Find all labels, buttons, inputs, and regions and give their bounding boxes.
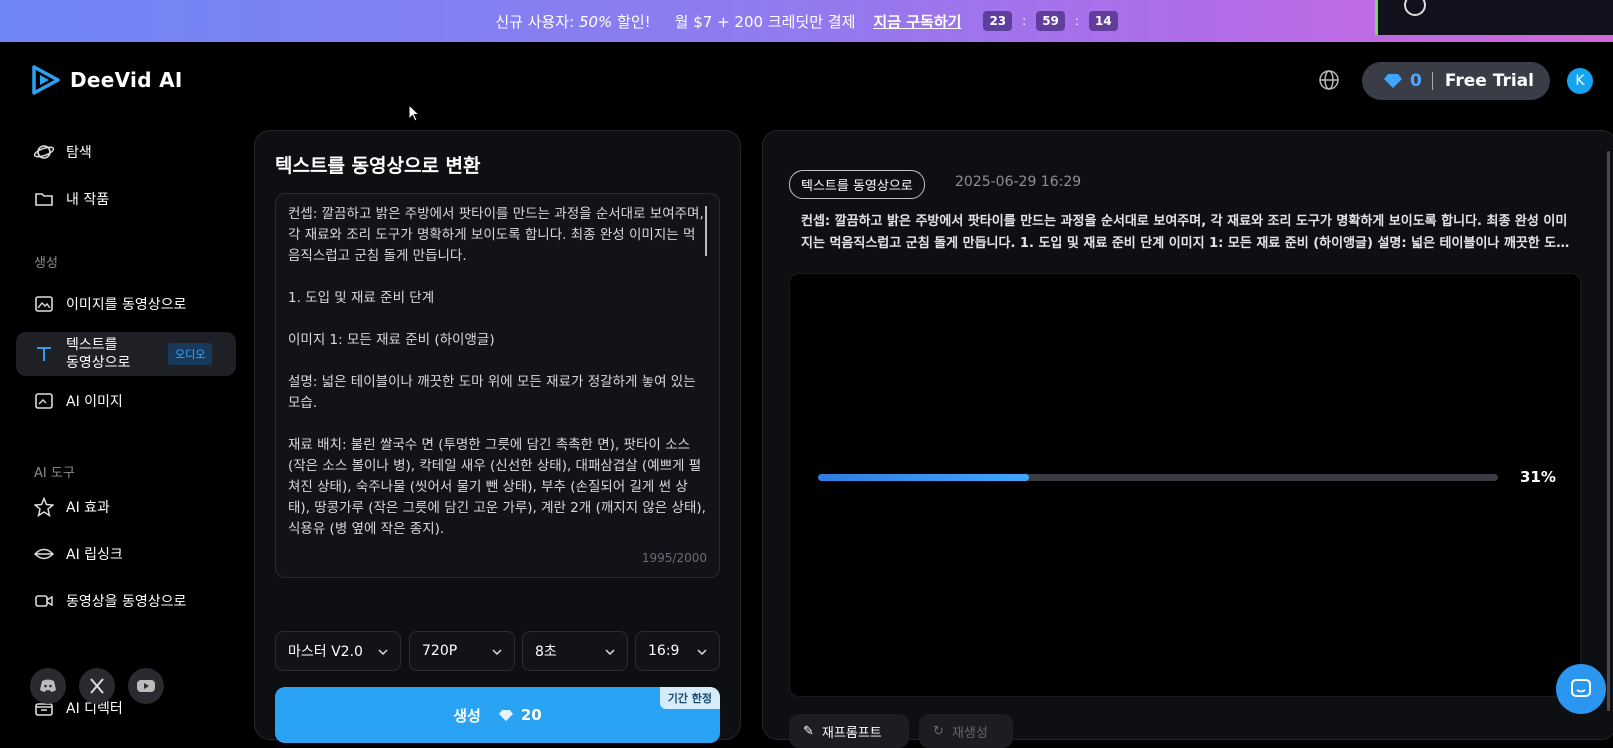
char-counter: 1995/2000 bbox=[641, 551, 707, 565]
sidebar-item-my-works[interactable]: 내 작품 bbox=[16, 177, 236, 221]
generate-button[interactable]: 생성 20 기간 한정 bbox=[275, 687, 720, 743]
youtube-icon bbox=[137, 680, 155, 692]
star-icon bbox=[34, 497, 54, 517]
ratio-select[interactable]: 16:9 bbox=[635, 631, 720, 671]
sidebar-item-label: 내 작품 bbox=[66, 192, 110, 208]
sidebar-item-label: AI 이미지 bbox=[66, 394, 123, 410]
headset-icon bbox=[1404, 0, 1426, 16]
countdown-sep: : bbox=[1022, 14, 1027, 28]
logo-text: DeeVid AI bbox=[70, 68, 183, 92]
reprompt-button[interactable]: ✎ 재프롬프트 bbox=[789, 714, 909, 748]
countdown-sep: : bbox=[1074, 14, 1079, 28]
mouse-cursor-icon bbox=[408, 104, 420, 122]
model-select[interactable]: 마스터 V2.0 bbox=[275, 631, 401, 671]
chevron-down-icon bbox=[697, 649, 707, 656]
promo-text: 신규 사용자: 50% 할인! bbox=[495, 12, 651, 31]
section-create: 생성 bbox=[34, 256, 58, 271]
progress-bar bbox=[818, 474, 1498, 481]
chevron-down-icon bbox=[605, 649, 615, 656]
countdown-hours: 23 bbox=[983, 11, 1013, 31]
sidebar-item-image-to-video[interactable]: 이미지를 동영상으로 bbox=[16, 282, 236, 326]
reprompt-label: 재프롬프트 bbox=[821, 725, 882, 741]
image-video-icon bbox=[35, 296, 53, 312]
duration-value: 8초 bbox=[535, 644, 557, 660]
limited-time-badge: 기간 한정 bbox=[659, 687, 720, 709]
sidebar-item-video-to-video[interactable]: 동영상을 동영상으로 bbox=[16, 579, 236, 623]
sidebar-item-ai-image[interactable]: AI 이미지 bbox=[16, 379, 236, 423]
sidebar: 탐색 내 작품 생성 이미지를 동영상으로 텍스트를 동영상으로 오디오 AI 이… bbox=[0, 120, 240, 730]
regenerate-label: 재생성 bbox=[951, 725, 988, 741]
ai-image-icon bbox=[35, 393, 53, 409]
lips-icon bbox=[34, 548, 54, 560]
progress-fill bbox=[818, 474, 1029, 481]
video-camera-icon bbox=[35, 595, 53, 607]
avatar[interactable]: K bbox=[1567, 68, 1593, 94]
promo-corner-popup[interactable] bbox=[1375, 0, 1613, 35]
sidebar-item-text-to-video[interactable]: 텍스트를 동영상으로 오디오 bbox=[16, 332, 236, 376]
logo[interactable]: DeeVid AI bbox=[32, 65, 183, 95]
sidebar-item-label: 텍스트를 동영상으로 bbox=[66, 337, 131, 371]
countdown-seconds: 14 bbox=[1088, 11, 1118, 31]
youtube-button[interactable] bbox=[128, 668, 164, 704]
text-to-video-form: 텍스트를 동영상으로 변환 컨셉: 깔끔하고 밝은 주방에서 팟타이를 만드는 … bbox=[254, 130, 741, 743]
sidebar-item-label: 동영상을 동영상으로 bbox=[66, 594, 187, 610]
prompt-text[interactable]: 컨셉: 깔끔하고 밝은 주방에서 팟타이를 만드는 과정을 순서대로 보여주며,… bbox=[288, 204, 707, 549]
credits-button[interactable]: 0 Free Trial bbox=[1362, 62, 1550, 100]
planet-icon bbox=[34, 145, 54, 159]
resolution-value: 720P bbox=[422, 643, 458, 659]
regenerate-button[interactable]: ↻ 재생성 bbox=[919, 714, 1013, 748]
globe-icon[interactable] bbox=[1318, 69, 1340, 91]
sidebar-item-ai-effects[interactable]: AI 효과 bbox=[16, 485, 236, 529]
sidebar-item-label: 이미지를 동영상으로 bbox=[66, 297, 187, 313]
timestamp: 2025-06-29 16:29 bbox=[955, 174, 1082, 190]
discord-icon bbox=[40, 679, 56, 692]
text-t-icon bbox=[37, 347, 51, 361]
credits-divider bbox=[1431, 72, 1433, 90]
prompt-summary: 컨셉: 깔끔하고 밝은 주방에서 팟타이를 만드는 과정을 순서대로 보여주며,… bbox=[801, 214, 1569, 251]
credit-count: 0 bbox=[1410, 71, 1422, 91]
mode-tag: 텍스트를 동영상으로 bbox=[789, 170, 925, 199]
generation-result-panel: 텍스트를 동영상으로 2025-06-29 16:29 컨셉: 깔끔하고 밝은 … bbox=[762, 130, 1613, 748]
model-value: 마스터 V2.0 bbox=[288, 644, 363, 660]
sidebar-item-explore[interactable]: 탐색 bbox=[16, 130, 236, 174]
sidebar-item-label: 탐색 bbox=[66, 145, 92, 161]
plan-label: Free Trial bbox=[1444, 71, 1534, 91]
logo-play-icon bbox=[32, 65, 60, 95]
generate-cost: 20 bbox=[498, 706, 542, 724]
pencil-icon: ✎ bbox=[803, 723, 814, 739]
duration-select[interactable]: 8초 bbox=[522, 631, 628, 671]
sidebar-item-label: AI 립싱크 bbox=[66, 547, 123, 563]
sidebar-item-ai-lipsync[interactable]: AI 립싱크 bbox=[16, 532, 236, 576]
subscribe-link[interactable]: 지금 구독하기 bbox=[873, 11, 961, 32]
sidebar-item-label: AI 효과 bbox=[66, 500, 110, 516]
folder-icon bbox=[35, 193, 53, 206]
resolution-select[interactable]: 720P bbox=[409, 631, 515, 671]
top-bar: DeeVid AI 0 Free Trial K bbox=[0, 42, 1613, 120]
chat-icon bbox=[1571, 679, 1591, 697]
x-icon bbox=[90, 678, 104, 694]
chat-support-button[interactable] bbox=[1556, 664, 1606, 714]
panel-scrollbar[interactable] bbox=[1607, 151, 1610, 711]
countdown-minutes: 59 bbox=[1036, 11, 1065, 31]
promo-banner: 신규 사용자: 50% 할인! 월 $7 + 200 크레딧만 결제 지금 구독… bbox=[0, 0, 1613, 42]
prompt-textarea[interactable]: 컨셉: 깔끔하고 밝은 주방에서 팟타이를 만드는 과정을 순서대로 보여주며,… bbox=[275, 193, 720, 578]
chevron-down-icon bbox=[378, 649, 388, 656]
audio-badge: 오디오 bbox=[168, 343, 213, 365]
section-ai-tools: AI 도구 bbox=[34, 466, 75, 481]
chevron-down-icon bbox=[492, 649, 502, 656]
video-preview: 31% bbox=[789, 273, 1581, 697]
diamond-icon bbox=[498, 709, 513, 721]
prompt-scrollbar[interactable] bbox=[705, 206, 707, 256]
discord-button[interactable] bbox=[30, 668, 66, 704]
page-title: 텍스트를 동영상으로 변환 bbox=[275, 155, 481, 177]
refresh-icon: ↻ bbox=[933, 723, 944, 739]
diamond-icon bbox=[1384, 74, 1402, 88]
x-twitter-button[interactable] bbox=[79, 668, 115, 704]
progress-percent: 31% bbox=[1520, 468, 1556, 486]
ratio-value: 16:9 bbox=[648, 643, 680, 659]
generate-label: 생성 bbox=[453, 706, 481, 725]
promo-offer: 월 $7 + 200 크레딧만 결제 bbox=[674, 12, 856, 31]
